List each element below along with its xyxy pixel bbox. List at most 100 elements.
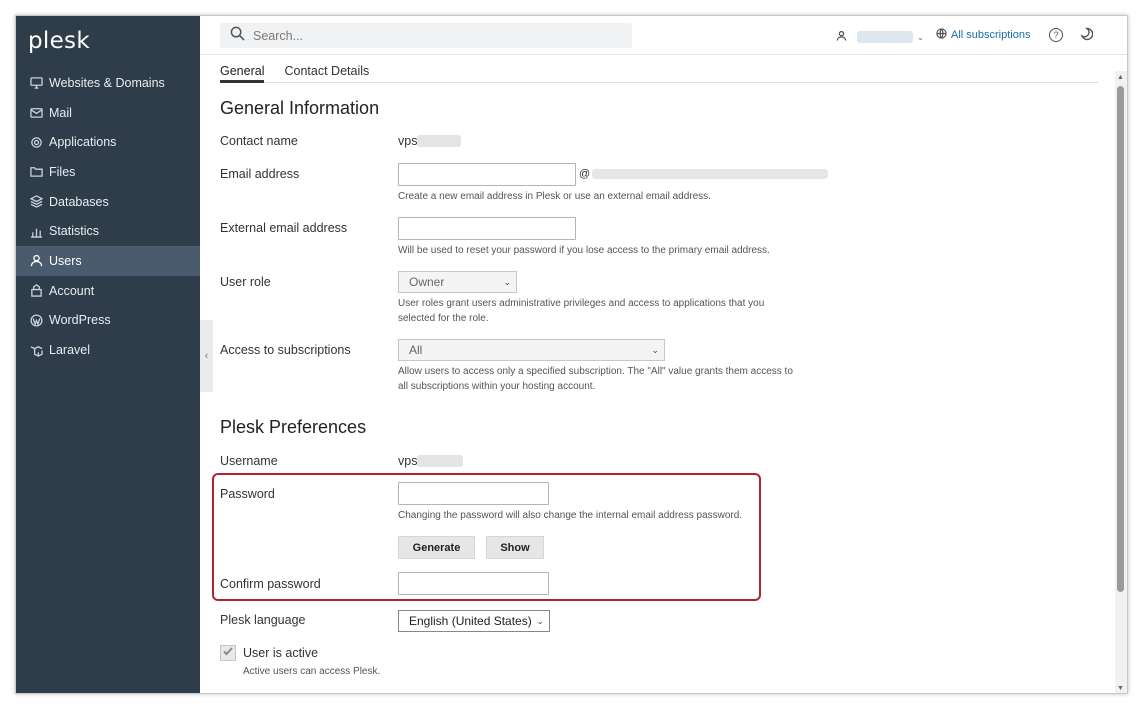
search-input[interactable] (253, 28, 613, 43)
email-domain: @ (579, 168, 829, 180)
subscriptions-switcher[interactable]: All subscriptions (936, 28, 1030, 42)
scroll-down-icon[interactable]: ▼ (1117, 685, 1124, 692)
chevron-down-icon: ⌄ (536, 615, 544, 626)
sidebar-item-label: WordPress (49, 313, 111, 328)
plesk-language-label: Plesk language (220, 613, 306, 627)
user-menu[interactable]: ⌄ (836, 28, 924, 46)
sidebar-item-label: Users (49, 253, 82, 268)
tab-general[interactable]: General (220, 55, 265, 83)
scroll-up-icon[interactable]: ▲ (1117, 74, 1124, 81)
sidebar-item-label: Applications (49, 135, 117, 150)
plesk-preferences-heading: Plesk Preferences (220, 417, 367, 437)
password-input[interactable] (398, 482, 549, 505)
email-at-sign: @ (579, 168, 591, 180)
password-hint: Changing the password will also change t… (398, 510, 743, 521)
scrollbar-thumb[interactable] (1117, 86, 1124, 592)
app-window: plesk Websites & Domains Mail Applicatio… (15, 15, 1128, 694)
page-scrollbar[interactable]: ▲ ▼ (1115, 71, 1127, 693)
tab-bar: General Contact Details (220, 55, 1098, 83)
email-address-input[interactable] (398, 163, 576, 186)
password-label: Password (220, 487, 275, 501)
user-role-label: User role (220, 275, 271, 289)
top-header: ⌄ All subscriptions ? (200, 16, 1127, 55)
user-name-redacted (857, 31, 913, 43)
account-icon (29, 284, 43, 298)
sidebar-item-label: Files (49, 164, 76, 179)
confirm-password-input[interactable] (398, 572, 549, 595)
globe-icon (936, 28, 947, 42)
subscriptions-label: All subscriptions (951, 29, 1031, 41)
chevron-down-icon: ⌄ (503, 276, 511, 287)
username-value: vps (398, 454, 464, 468)
gear-icon (29, 135, 43, 149)
external-email-hint: Will be used to reset your password if y… (398, 245, 770, 256)
chevron-down-icon: ⌄ (917, 32, 924, 42)
sidebar-item-label: Websites & Domains (49, 75, 165, 90)
user-role-value: Owner (409, 275, 445, 289)
help-icon[interactable]: ? (1049, 28, 1063, 42)
access-hint-line-2: all subscriptions within your hosting ac… (398, 380, 596, 392)
sidebar-item-files[interactable]: Files (16, 157, 200, 187)
confirm-password-label: Confirm password (220, 577, 321, 591)
user-role-select[interactable]: Owner ⌄ (398, 271, 517, 293)
sidebar-collapse-button[interactable]: ‹ (200, 320, 213, 392)
sidebar-item-label: Statistics (49, 224, 100, 239)
sidebar-nav: Websites & Domains Mail Applications Fil… (16, 68, 200, 365)
database-icon (29, 195, 43, 209)
access-subscriptions-select[interactable]: All ⌄ (398, 339, 665, 361)
plesk-language-select[interactable]: English (United States) ⌄ (398, 610, 550, 632)
access-subscriptions-label: Access to subscriptions (220, 343, 351, 357)
user-active-checkbox[interactable] (220, 645, 236, 661)
show-button[interactable]: Show (486, 536, 544, 559)
user-active-label: User is active (243, 646, 319, 660)
sidebar-item-label: Account (49, 283, 95, 298)
sidebar-item-websites-domains[interactable]: Websites & Domains (16, 68, 200, 98)
user-role-hint: User roles grant users administrative pr… (398, 297, 764, 326)
sidebar-item-label: Laravel (49, 343, 90, 358)
laravel-icon (29, 343, 43, 357)
search-bar[interactable] (220, 23, 632, 48)
access-subscriptions-hint: Allow users to access only a specified s… (398, 365, 793, 394)
sidebar-item-label: Mail (49, 105, 72, 120)
email-hint: Create a new email address in Plesk or u… (398, 191, 711, 202)
theme-toggle-icon[interactable] (1079, 27, 1094, 46)
chevron-left-icon: ‹ (204, 350, 209, 362)
checkmark-icon (222, 644, 234, 662)
redacted-domain (592, 169, 829, 179)
sidebar-item-wordpress[interactable]: WordPress (16, 306, 200, 336)
contact-name-value: vps (398, 134, 462, 148)
mail-icon (29, 106, 43, 120)
user-role-hint-line-2: selected for the role. (398, 312, 489, 324)
contact-name-text: vps (398, 134, 418, 148)
sidebar-item-applications[interactable]: Applications (16, 127, 200, 157)
user-icon (836, 28, 847, 46)
sidebar-item-databases[interactable]: Databases (16, 187, 200, 217)
wordpress-icon (29, 313, 43, 327)
external-email-input[interactable] (398, 217, 576, 240)
sidebar-item-account[interactable]: Account (16, 276, 200, 306)
sidebar: plesk Websites & Domains Mail Applicatio… (16, 16, 200, 693)
sidebar-item-laravel[interactable]: Laravel (16, 335, 200, 365)
username-label: Username (220, 454, 278, 468)
folder-icon (29, 165, 43, 179)
monitor-icon (29, 76, 43, 90)
username-text: vps (398, 454, 418, 468)
redacted-text (417, 135, 462, 147)
generate-button[interactable]: Generate (398, 536, 475, 559)
plesk-language-value: English (United States) (409, 614, 532, 628)
email-address-label: Email address (220, 167, 300, 181)
sidebar-item-users[interactable]: Users (16, 246, 200, 276)
plesk-logo[interactable]: plesk (28, 28, 90, 54)
external-email-label: External email address (220, 221, 348, 235)
redacted-text (417, 455, 464, 467)
general-information-heading: General Information (220, 98, 380, 118)
user-icon (29, 254, 43, 268)
user-role-hint-line-1: User roles grant users administrative pr… (398, 298, 765, 309)
chevron-down-icon: ⌄ (651, 344, 659, 355)
tab-contact-details[interactable]: Contact Details (284, 55, 369, 83)
sidebar-item-statistics[interactable]: Statistics (16, 216, 200, 246)
user-active-hint: Active users can access Plesk. (243, 666, 381, 677)
access-subscriptions-value: All (409, 343, 423, 357)
sidebar-item-mail[interactable]: Mail (16, 98, 200, 128)
bar-chart-icon (29, 224, 43, 238)
